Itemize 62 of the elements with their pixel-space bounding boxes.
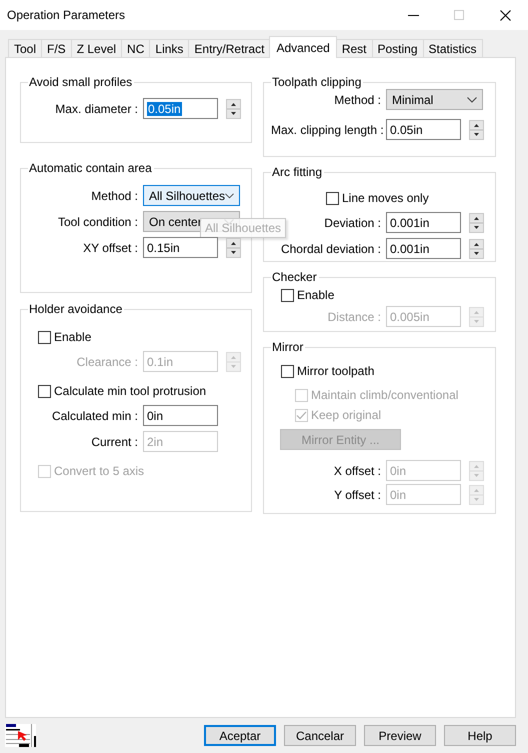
tab[interactable]: Statistics — [422, 39, 483, 57]
input-field[interactable]: 0.001in — [386, 238, 461, 259]
field-label: Current : — [90, 434, 138, 448]
field-label: Calculated min : — [50, 408, 138, 422]
dialog-button[interactable]: Preview — [364, 725, 436, 746]
field-label: Method : — [90, 188, 138, 202]
field-label: X offset : — [332, 464, 381, 478]
grid-cursor-drawing — [5, 724, 36, 747]
tab[interactable]: Entry/Retract — [188, 39, 270, 57]
checkbox-label: Enable — [297, 288, 334, 302]
checkbox-label: Enable — [54, 330, 92, 344]
spinner-control[interactable] — [226, 238, 241, 258]
close-icon[interactable] — [500, 10, 510, 20]
field-label: Y offset : — [333, 488, 381, 502]
window-title: Operation Parameters — [7, 8, 126, 22]
checkbox-label: Calculate min tool protrusion — [54, 384, 206, 398]
field-label: XY offset : — [82, 240, 138, 254]
field-label: Max. diameter : — [54, 102, 138, 116]
checkbox[interactable] — [38, 384, 51, 398]
drag-tooltip: All Silhouettes — [200, 218, 286, 238]
group-title: Checker — [271, 270, 318, 284]
checkbox-label: Keep original — [311, 408, 382, 422]
tab[interactable]: Posting — [372, 39, 424, 57]
dropdown[interactable]: Minimal — [386, 89, 483, 110]
tab[interactable]: Tool — [8, 39, 42, 57]
field-label: Clearance : — [76, 354, 138, 368]
field-label: Tool condition : — [56, 214, 138, 228]
group-title: Toolpath clipping — [271, 75, 362, 89]
input-field[interactable]: 0in — [143, 405, 218, 426]
input-field[interactable]: 0.001in — [386, 212, 461, 233]
field-label: Max. clipping length : — [271, 122, 381, 136]
field-label: Chordal deviation : — [280, 242, 381, 256]
dialog-button[interactable]: Cancelar — [284, 725, 356, 746]
chevron-down-icon — [467, 96, 477, 102]
dropdown[interactable]: All Silhouettes — [143, 185, 240, 206]
input-field[interactable]: 0.05in — [143, 98, 218, 119]
input-field[interactable]: 0.15in — [143, 237, 218, 258]
group-title: Holder avoidance — [28, 302, 124, 316]
checkbox[interactable] — [38, 330, 51, 344]
group-title: Mirror — [271, 340, 304, 354]
field-label: Distance : — [326, 310, 381, 324]
dialog-button[interactable]: Aceptar — [204, 725, 276, 746]
field-label: Method : — [333, 92, 381, 106]
spinner-control[interactable] — [226, 98, 241, 118]
spinner-control[interactable] — [469, 212, 484, 232]
chevron-down-icon — [225, 192, 234, 198]
minimize-icon[interactable] — [408, 14, 418, 16]
spinner-control[interactable] — [469, 238, 484, 258]
group-title: Automatic contain area — [28, 161, 153, 175]
checkbox[interactable] — [281, 364, 294, 378]
checkbox-label: Line moves only — [342, 191, 429, 205]
checkbox-label: Maintain climb/conventional — [311, 388, 458, 402]
dialog-button[interactable]: Help — [444, 725, 516, 746]
spinner-control[interactable] — [469, 120, 484, 140]
input-field[interactable]: 0.05in — [386, 119, 461, 140]
checkbox[interactable] — [326, 192, 339, 204]
checkbox-label: Mirror toolpath — [297, 364, 374, 378]
checkbox[interactable] — [281, 288, 294, 302]
group-title: Arc fitting — [271, 165, 324, 179]
tab[interactable]: Advanced — [269, 36, 337, 58]
checkbox-label: Convert to 5 axis — [54, 464, 144, 478]
group-title: Avoid small profiles — [28, 75, 134, 89]
